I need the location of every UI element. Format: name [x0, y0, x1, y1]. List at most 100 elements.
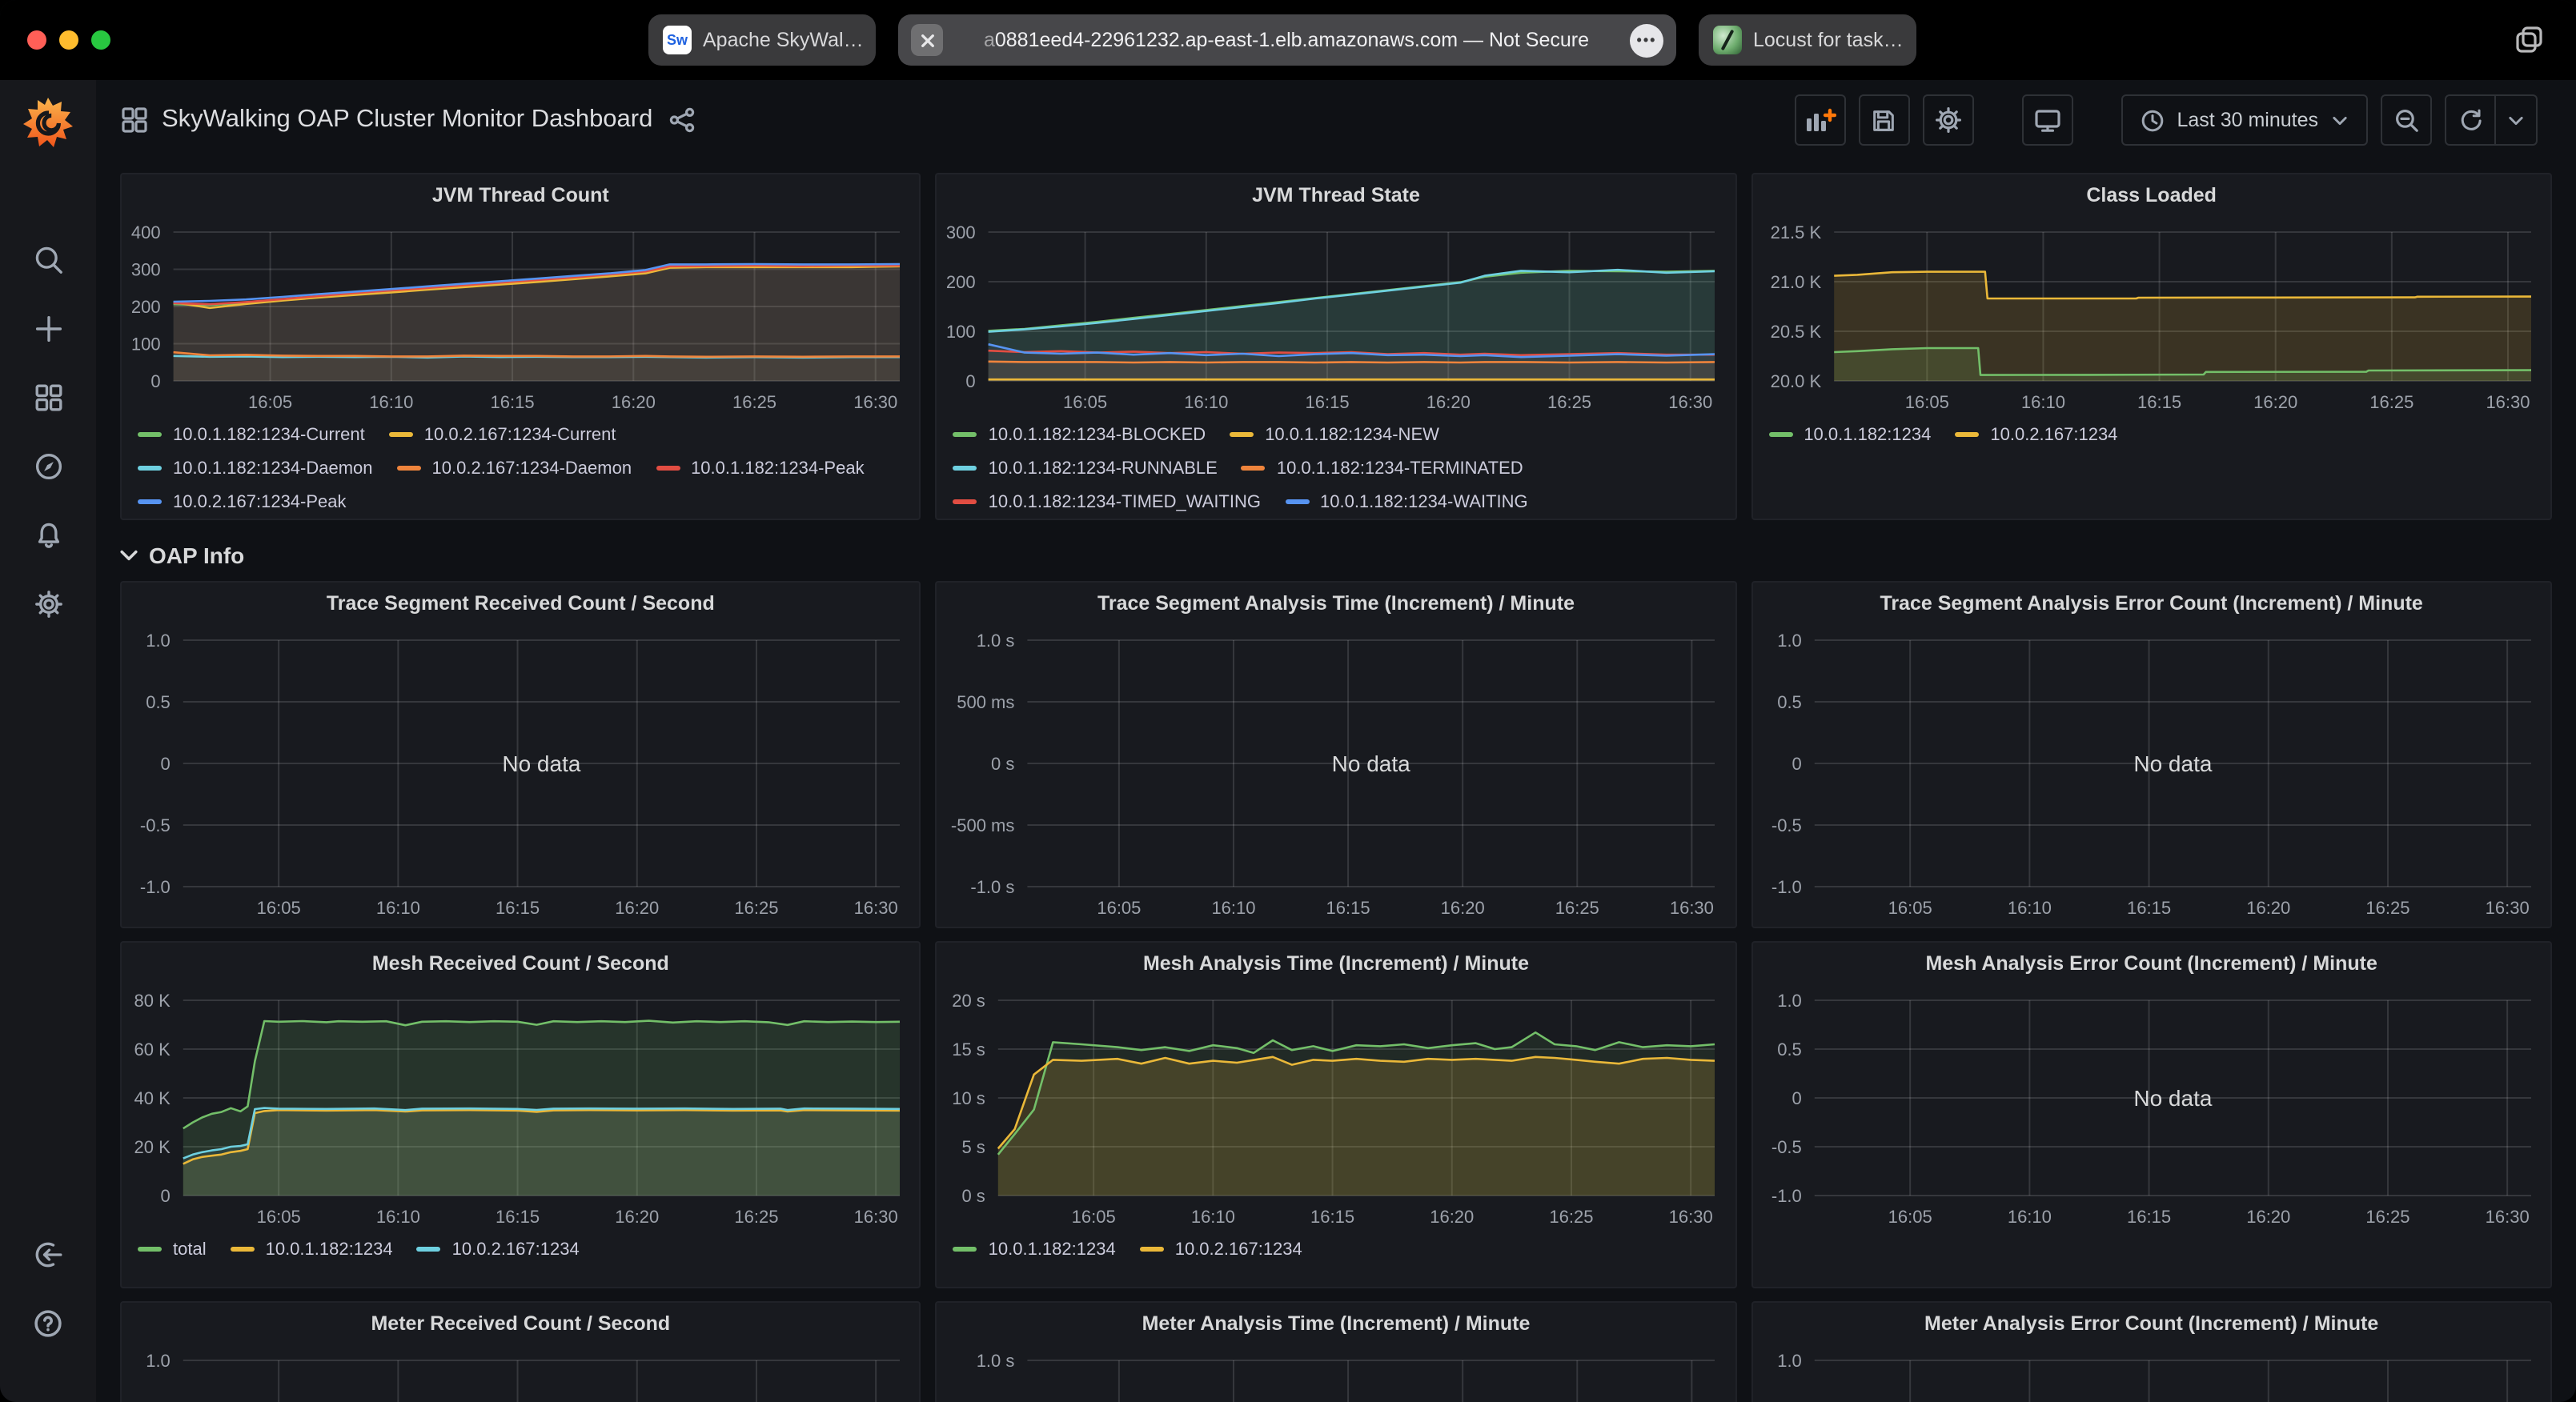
y-tick-label: 0 — [1792, 754, 1801, 774]
panel-title[interactable]: Trace Segment Analysis Error Count (Incr… — [1752, 583, 2550, 624]
legend-item[interactable]: 10.0.1.182:1234 — [231, 1240, 393, 1259]
y-tick-label: 1.0 — [1777, 631, 1802, 651]
legend-item[interactable]: 10.0.1.182:1234-BLOCKED — [953, 425, 1206, 444]
tab-url: 0881eed4-22961232.ap-east-1.elb.amazonaw… — [995, 29, 1589, 51]
save-dashboard-button[interactable] — [1859, 94, 1910, 146]
legend-item[interactable]: 10.0.1.182:1234-TIMED_WAITING — [953, 492, 1261, 511]
panel-title[interactable]: Class Loaded — [1752, 174, 2550, 216]
x-tick-label: 16:10 — [1212, 898, 1256, 918]
minimize-window-button[interactable] — [59, 30, 78, 50]
x-tick-label: 16:15 — [2126, 898, 2170, 918]
x-tick-label: 16:15 — [496, 898, 540, 918]
panel-grid-row-3: Meter Received Count / Second 16:0516:10… — [120, 1301, 2552, 1402]
row-title: OAP Info — [149, 543, 244, 568]
panel-chart-svg: 16:0516:1016:1516:2016:2516:301.00.50-0.… — [1752, 984, 2550, 1231]
legend-color-dash — [417, 1247, 441, 1252]
panel-title[interactable]: Meter Analysis Error Count (Increment) /… — [1752, 1303, 2550, 1344]
y-tick-label: 15 s — [953, 1039, 986, 1060]
legend-label: 10.0.1.182:1234-TIMED_WAITING — [989, 492, 1261, 511]
legend-row: 10.0.1.182:1234 10.0.2.167:1234 — [1768, 418, 2534, 451]
y-tick-label: 100 — [131, 334, 161, 355]
panel-title[interactable]: Trace Segment Received Count / Second — [122, 583, 920, 624]
y-tick-label: -0.5 — [1771, 1137, 1801, 1157]
dashboard-panel: Trace Segment Received Count / Second 16… — [120, 581, 921, 928]
dashboard-settings-button[interactable] — [1923, 94, 1974, 146]
legend-color-dash — [138, 499, 162, 504]
legend-row: 10.0.1.182:1234-Current 10.0.2.167:1234-C… — [138, 418, 904, 451]
legend-item[interactable]: 10.0.1.182:1234 — [953, 1240, 1116, 1259]
row-header-oap-info[interactable]: OAP Info — [120, 543, 2552, 568]
legend-item[interactable]: 10.0.1.182:1234-Current — [138, 425, 365, 444]
legend-row: 10.0.1.182:1234 10.0.2.167:1234 — [953, 1232, 1719, 1266]
panel-title[interactable]: JVM Thread State — [937, 174, 1735, 216]
panel-title[interactable]: JVM Thread Count — [122, 174, 920, 216]
close-window-button[interactable] — [27, 30, 46, 50]
x-tick-label: 16:10 — [1191, 1207, 1235, 1227]
panel-title[interactable]: Mesh Analysis Time (Increment) / Minute — [937, 943, 1735, 984]
legend-item[interactable]: 10.0.2.167:1234-Current — [389, 425, 616, 444]
page-title[interactable]: SkyWalking OAP Cluster Monitor Dashboard — [162, 106, 652, 134]
settings-gear-icon — [1934, 106, 1963, 134]
grafana-logo[interactable] — [19, 94, 77, 152]
legend-label: total — [173, 1240, 207, 1259]
panel-chart-svg: 16:0516:1016:1516:2016:2516:301.00.50-0.… — [122, 1344, 919, 1402]
refresh-button[interactable] — [2445, 94, 2496, 146]
refresh-interval-dropdown[interactable] — [2496, 94, 2538, 146]
panel-title[interactable]: Meter Analysis Time (Increment) / Minute — [937, 1303, 1735, 1344]
legend-item[interactable]: 10.0.1.182:1234-NEW — [1230, 425, 1439, 444]
x-tick-label: 16:05 — [257, 898, 301, 918]
plus-icon[interactable] — [32, 312, 64, 344]
panel-chart-svg: 16:0516:1016:1516:2016:2516:301.0 s500 m… — [937, 624, 1735, 922]
search-icon[interactable] — [32, 243, 64, 275]
tab-title: a0881eed4-22961232.ap-east-1.elb.amazona… — [956, 29, 1623, 51]
panel-title[interactable]: Trace Segment Analysis Time (Increment) … — [937, 583, 1735, 624]
legend-item[interactable]: 10.0.1.182:1234-RUNNABLE — [953, 459, 1218, 478]
close-tab-button[interactable] — [911, 24, 943, 56]
panel-title[interactable]: Mesh Analysis Error Count (Increment) / … — [1752, 943, 2550, 984]
tv-cycle-view-button[interactable] — [2022, 94, 2073, 146]
explore-compass-icon[interactable] — [32, 450, 64, 482]
y-tick-label: 300 — [131, 260, 161, 280]
legend-item[interactable]: 10.0.2.167:1234 — [417, 1240, 580, 1259]
time-range-picker[interactable]: Last 30 minutes — [2121, 94, 2369, 146]
zoom-out-button[interactable] — [2381, 94, 2432, 146]
panel-legend: 10.0.1.182:1234-BLOCKED 10.0.1.182:1234-N… — [937, 416, 1735, 514]
help-icon[interactable] — [32, 1308, 64, 1340]
browser-tab-skywalking[interactable]: Sw Apache SkyWalki... — [648, 14, 876, 66]
legend-item[interactable]: 10.0.2.167:1234 — [1140, 1240, 1302, 1259]
x-tick-label: 16:15 — [496, 1207, 540, 1227]
add-panel-button[interactable] — [1795, 94, 1846, 146]
legend-item[interactable]: 10.0.1.182:1234-TERMINATED — [1242, 459, 1523, 478]
legend-item[interactable]: 10.0.1.182:1234-Daemon — [138, 459, 373, 478]
tab-title: Locust for tasks.py — [1753, 29, 1916, 51]
panel-title[interactable]: Meter Received Count / Second — [122, 1303, 920, 1344]
legend-item[interactable]: 10.0.2.167:1234-Daemon — [397, 459, 632, 478]
legend-color-dash — [953, 466, 977, 471]
panel-title[interactable]: Mesh Received Count / Second — [122, 943, 920, 984]
x-tick-label: 16:30 — [1669, 1207, 1713, 1227]
configuration-gear-icon[interactable] — [32, 587, 64, 619]
ellipsis-icon[interactable]: ••• — [1630, 23, 1663, 57]
legend-label: 10.0.1.182:1234-NEW — [1265, 425, 1439, 444]
legend-item[interactable]: 10.0.2.167:1234-Peak — [138, 492, 347, 511]
legend-item[interactable]: 10.0.1.182:1234-WAITING — [1285, 492, 1528, 511]
browser-tab-locust[interactable]: Locust for tasks.py — [1699, 14, 1916, 66]
y-tick-label: 0.5 — [146, 692, 171, 712]
no-data-text: No data — [1332, 751, 1410, 776]
share-icon[interactable] — [668, 107, 694, 133]
browser-tab-dashboard-active[interactable]: a0881eed4-22961232.ap-east-1.elb.amazona… — [898, 14, 1676, 66]
sign-in-icon[interactable] — [32, 1239, 64, 1271]
x-tick-label: 16:05 — [1097, 898, 1142, 918]
dashboard-panel: Class Loaded 16:0516:1016:1516:2016:2516… — [1751, 173, 2552, 520]
y-tick-label: 21.0 K — [1770, 272, 1821, 292]
legend-item[interactable]: total — [138, 1240, 207, 1259]
x-tick-label: 16:15 — [2137, 392, 2181, 412]
legend-item[interactable]: 10.0.1.182:1234-Peak — [656, 459, 865, 478]
legend-item[interactable]: 10.0.1.182:1234 — [1768, 425, 1931, 444]
dashboards-icon[interactable] — [32, 381, 64, 413]
tabs-overview-icon[interactable] — [2512, 22, 2547, 58]
panel-legend: 10.0.1.182:1234-Current 10.0.2.167:1234-C… — [122, 416, 920, 514]
fullscreen-window-button[interactable] — [91, 30, 110, 50]
alerting-bell-icon[interactable] — [32, 519, 64, 551]
legend-item[interactable]: 10.0.2.167:1234 — [1955, 425, 2117, 444]
